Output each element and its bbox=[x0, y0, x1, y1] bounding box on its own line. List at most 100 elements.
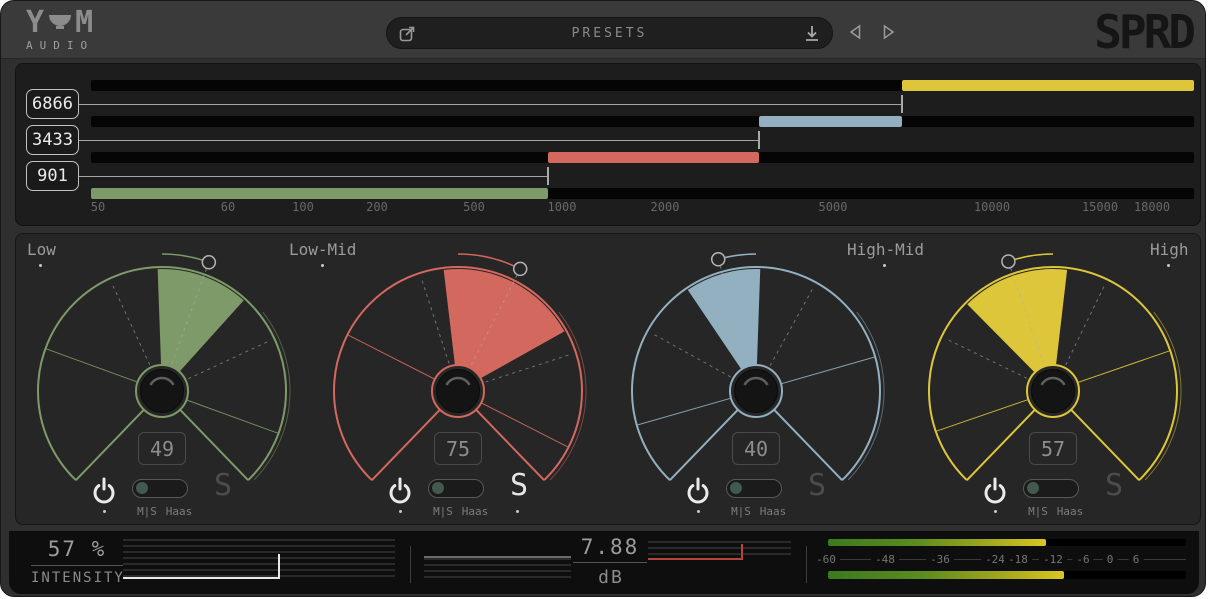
gain-positive-track[interactable] bbox=[648, 541, 791, 558]
dial-axis-line bbox=[1079, 351, 1170, 382]
next-arrow-icon bbox=[882, 24, 896, 40]
brand-letter-m: M bbox=[75, 9, 94, 37]
freq-axis-label-2000: 2000 bbox=[651, 200, 680, 214]
knob-body[interactable] bbox=[437, 370, 480, 413]
preset-prev-button[interactable] bbox=[846, 24, 864, 42]
gain-negative-track[interactable] bbox=[424, 558, 571, 579]
solo-button-low[interactable]: S bbox=[214, 470, 232, 502]
dial-notch-edge bbox=[967, 410, 1035, 480]
solo-button-low-mid[interactable]: S bbox=[510, 470, 528, 502]
freq-axis-label-5000: 5000 bbox=[819, 200, 848, 214]
knob-body[interactable] bbox=[735, 370, 778, 413]
intensity-slider-track[interactable] bbox=[123, 539, 395, 579]
ms-haas-toggle-high[interactable] bbox=[1023, 479, 1079, 498]
band-range-high[interactable] bbox=[902, 80, 1194, 91]
brand-letter-y: Y bbox=[26, 9, 45, 37]
rotation-handle[interactable] bbox=[514, 262, 527, 275]
dial-guide-dash bbox=[651, 333, 731, 377]
solo-button-high[interactable]: S bbox=[1105, 470, 1123, 502]
band-range-low-mid[interactable] bbox=[548, 152, 759, 163]
ms-haas-toggle-low-mid[interactable] bbox=[428, 479, 484, 498]
gain-value[interactable]: 7.88 bbox=[565, 535, 655, 559]
ms-label-high: M|S bbox=[1028, 505, 1048, 518]
spread-value-high[interactable]: 57 bbox=[1029, 432, 1077, 465]
spread-value-low[interactable]: 49 bbox=[138, 432, 186, 465]
dial-outer-arc bbox=[848, 312, 884, 480]
solo-button-high-mid[interactable]: S bbox=[808, 470, 826, 502]
power-on-dot-high-mid bbox=[697, 510, 700, 513]
haas-label-low: Haas bbox=[166, 505, 193, 518]
footer-bar: 57 % INTENSITY 7.88 dB -60-48-36-24-18-1… bbox=[9, 531, 1199, 594]
ms-label-high-mid: M|S bbox=[731, 505, 751, 518]
dial-axis-line bbox=[782, 357, 874, 383]
intensity-underline bbox=[31, 565, 123, 566]
gain-handle[interactable] bbox=[741, 544, 743, 560]
power-on-dot-low-mid bbox=[399, 510, 402, 513]
band-splitter-panel: 6866343390150601002005001000200050001000… bbox=[15, 63, 1201, 226]
dial-outer-arc bbox=[1145, 312, 1181, 480]
knob-body[interactable] bbox=[141, 370, 184, 413]
dial-axis-line bbox=[937, 400, 1028, 431]
meter-bar-right bbox=[828, 571, 1186, 579]
meter-scale-label--6: -6 bbox=[1072, 553, 1093, 566]
crossover-handle-3433[interactable] bbox=[758, 131, 760, 149]
crossover-value-6866[interactable]: 6866 bbox=[26, 89, 79, 119]
save-preset-icon[interactable] bbox=[804, 25, 820, 42]
meter-scale-label--60: -60 bbox=[812, 553, 840, 566]
crossover-handle-901[interactable] bbox=[547, 167, 549, 185]
band-power-button-high[interactable] bbox=[983, 476, 1007, 506]
haas-label-high: Haas bbox=[1057, 505, 1084, 518]
power-icon bbox=[92, 476, 116, 506]
toggle-knob[interactable] bbox=[136, 482, 148, 494]
dial-axis-line bbox=[187, 400, 277, 433]
band-range-high-mid[interactable] bbox=[759, 116, 902, 127]
band-power-button-high-mid[interactable] bbox=[686, 476, 710, 506]
crossover-line-6866 bbox=[79, 104, 902, 105]
band-range-low[interactable] bbox=[91, 188, 548, 199]
power-on-dot-low bbox=[103, 510, 106, 513]
toggle-knob[interactable] bbox=[1027, 482, 1039, 494]
export-preset-icon[interactable] bbox=[399, 25, 416, 42]
meter-bar-left bbox=[828, 539, 1186, 546]
meter-fill-left bbox=[828, 539, 1046, 546]
ms-haas-toggle-high-mid[interactable] bbox=[726, 479, 782, 498]
freq-axis-label-18000: 18000 bbox=[1134, 200, 1170, 214]
crossover-line-3433 bbox=[79, 140, 759, 141]
dial-notch-edge bbox=[372, 410, 440, 480]
rotation-handle[interactable] bbox=[712, 253, 725, 266]
plugin-window: Y M AUDIO PRESETS bbox=[0, 0, 1206, 597]
preset-name[interactable]: PRESETS bbox=[387, 26, 832, 41]
dial-axis-line bbox=[348, 335, 434, 379]
intensity-unit: % bbox=[92, 537, 107, 561]
band-track-high-mid[interactable] bbox=[91, 116, 1194, 127]
preset-next-button[interactable] bbox=[880, 24, 898, 42]
dial-guide-dash bbox=[111, 282, 149, 364]
dial-notch-edge bbox=[670, 410, 738, 480]
band-power-button-low[interactable] bbox=[92, 476, 116, 506]
spread-value-high-mid[interactable]: 40 bbox=[732, 432, 780, 465]
knob-body[interactable] bbox=[1032, 370, 1075, 413]
meter-scale-label-0: 0 bbox=[1103, 553, 1118, 566]
freq-axis-label-50: 50 bbox=[91, 200, 105, 214]
dial-guide-dash bbox=[1066, 283, 1106, 365]
freq-axis-label-200: 200 bbox=[366, 200, 388, 214]
crossover-value-3433[interactable]: 3433 bbox=[26, 125, 79, 155]
header-bar: Y M AUDIO PRESETS bbox=[1, 1, 1205, 59]
power-icon bbox=[388, 476, 412, 506]
rotation-handle[interactable] bbox=[1002, 255, 1015, 268]
power-icon bbox=[686, 476, 710, 506]
crossover-handle-6866[interactable] bbox=[901, 95, 903, 113]
preset-bar[interactable]: PRESETS bbox=[386, 17, 833, 49]
meter-scale-label--48: -48 bbox=[871, 553, 899, 566]
crossover-value-901[interactable]: 901 bbox=[26, 161, 79, 191]
rotation-handle[interactable] bbox=[202, 256, 215, 269]
spread-value-low-mid[interactable]: 75 bbox=[434, 432, 482, 465]
ms-haas-toggle-low[interactable] bbox=[132, 479, 188, 498]
band-power-button-low-mid[interactable] bbox=[388, 476, 412, 506]
toggle-knob[interactable] bbox=[432, 482, 444, 494]
solo-on-dot-low-mid bbox=[516, 510, 519, 513]
gain-unit: dB bbox=[573, 567, 649, 588]
intensity-slider-handle[interactable] bbox=[278, 554, 280, 579]
haas-label-low-mid: Haas bbox=[462, 505, 489, 518]
toggle-knob[interactable] bbox=[730, 482, 742, 494]
